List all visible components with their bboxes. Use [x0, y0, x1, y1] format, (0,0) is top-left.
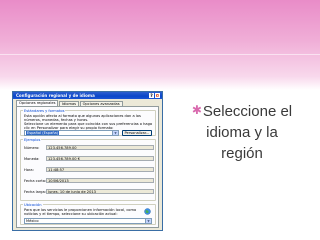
sample-value: 10/06/2013 [46, 178, 154, 183]
sample-label: Fecha corta: [24, 179, 47, 183]
sample-label: Hora: [24, 168, 34, 172]
samples-group-title: Ejemplos [23, 138, 42, 142]
help-button[interactable]: ? [149, 93, 154, 98]
sample-label: Moneda: [24, 157, 40, 161]
dialog-titlebar: Configuración regional y de idioma ? × [13, 92, 162, 99]
chevron-down-icon: ▼ [112, 131, 118, 135]
banner-divider-line [0, 54, 320, 55]
location-select[interactable]: México ▼ [24, 218, 152, 224]
formats-group: Estándares y formatos Esta opción afecta… [20, 109, 156, 136]
tab-panel: Estándares y formatos Esta opción afecta… [16, 106, 159, 228]
titlebar-buttons: ? × [149, 93, 160, 98]
slide-bullet-text: ✱Seleccione el idioma y la región [172, 100, 312, 164]
bullet-line-3: región [221, 145, 263, 162]
globe-icon [144, 208, 151, 215]
sample-row: Número: 123.456.789,00 [24, 145, 154, 151]
location-group-title: Ubicación [23, 203, 43, 207]
customize-button[interactable]: Personalizar... [122, 130, 152, 136]
formats-group-title: Estándares y formatos [23, 109, 66, 113]
sample-value: 123.456.789,00 € [46, 156, 154, 161]
regional-settings-dialog: Configuración regional y de idioma ? × O… [12, 91, 163, 231]
location-select-value: México [26, 219, 39, 223]
samples-group: Ejemplos Número: 123.456.789,00 Moneda: … [20, 138, 156, 201]
sample-label: Fecha larga: [24, 190, 46, 194]
sample-row: Fecha corta: 10/06/2013 [24, 178, 154, 184]
location-group: Ubicación Para que los servicios le prop… [20, 203, 156, 225]
format-select[interactable]: Español (España) ▼ [24, 130, 119, 136]
sample-row: Moneda: 123.456.789,00 € [24, 156, 154, 162]
bullet-line-2: idioma y la [206, 124, 278, 141]
sample-row: Fecha larga: lunes, 10 de junio de 2013 [24, 189, 154, 195]
close-button[interactable]: × [155, 93, 160, 98]
bullet-icon: ✱ [191, 103, 202, 117]
sample-row: Hora: 11:48:57 [24, 167, 154, 173]
format-select-value: Español (España) [26, 131, 60, 135]
sample-value: 123.456.789,00 [46, 145, 154, 150]
sample-value: 11:48:57 [46, 167, 154, 172]
sample-label: Número: [24, 146, 40, 150]
bullet-line-1-text: Seleccione el [202, 103, 293, 120]
dialog-title: Configuración regional y de idioma [16, 93, 95, 98]
bullet-line-1: ✱Seleccione el [172, 100, 312, 122]
sample-value: lunes, 10 de junio de 2013 [46, 189, 154, 194]
chevron-down-icon: ▼ [145, 219, 151, 223]
location-description: Para que los servicios le proporcionen i… [24, 208, 137, 217]
pink-header-banner [0, 0, 320, 90]
